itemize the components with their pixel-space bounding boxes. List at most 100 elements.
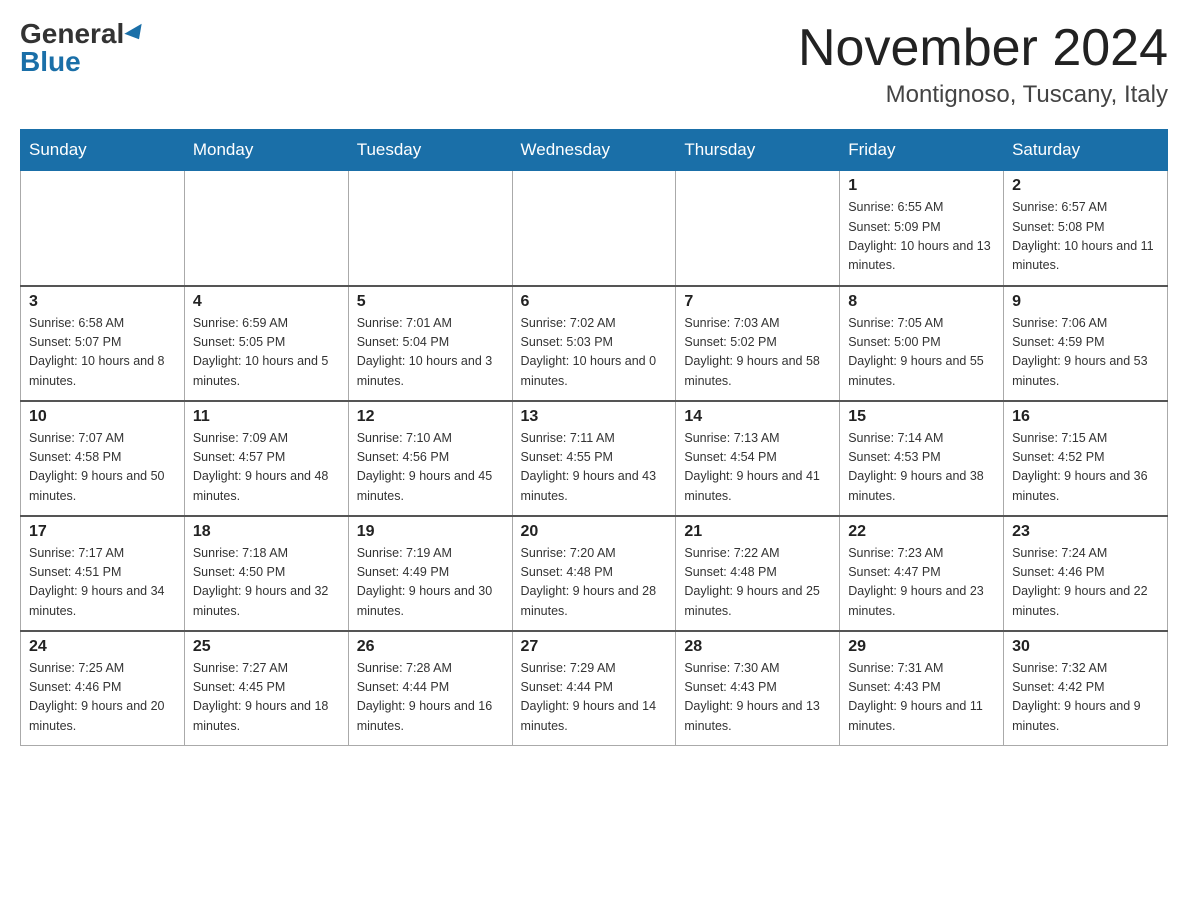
table-row: 11 Sunrise: 7:09 AMSunset: 4:57 PMDayligh… [184,401,348,516]
col-tuesday: Tuesday [348,130,512,171]
col-thursday: Thursday [676,130,840,171]
table-row [676,171,840,286]
day-info: Sunrise: 7:30 AMSunset: 4:43 PMDaylight:… [684,659,831,737]
day-number: 4 [193,293,340,311]
col-wednesday: Wednesday [512,130,676,171]
day-number: 15 [848,408,995,426]
logo-general-text: General [20,20,124,48]
day-number: 2 [1012,177,1159,195]
day-info: Sunrise: 6:57 AMSunset: 5:08 PMDaylight:… [1012,198,1159,276]
page-header: General Blue November 2024 Montignoso, T… [20,20,1168,109]
table-row [348,171,512,286]
table-row: 12 Sunrise: 7:10 AMSunset: 4:56 PMDayligh… [348,401,512,516]
day-info: Sunrise: 7:07 AMSunset: 4:58 PMDaylight:… [29,429,176,507]
table-row: 7Sunrise: 7:03 AMSunset: 5:02 PMDaylight… [676,286,840,401]
day-info: Sunrise: 7:02 AMSunset: 5:03 PMDaylight:… [521,314,668,392]
location-text: Montignoso, Tuscany, Italy [798,81,1168,109]
day-number: 30 [1012,638,1159,656]
table-row: 10Sunrise: 7:07 AMSunset: 4:58 PMDayligh… [21,401,185,516]
day-info: Sunrise: 7:24 AMSunset: 4:46 PMDaylight:… [1012,544,1159,622]
col-monday: Monday [184,130,348,171]
day-info: Sunrise: 7:18 AMSunset: 4:50 PMDaylight:… [193,544,340,622]
day-number: 18 [193,523,340,541]
day-number: 20 [521,523,668,541]
table-row: 15 Sunrise: 7:14 AMSunset: 4:53 PMDayligh… [840,401,1004,516]
day-info: Sunrise: 7:10 AMSunset: 4:56 PMDaylight:… [357,429,504,507]
day-number: 9 [1012,293,1159,311]
day-number: 12 [357,408,504,426]
table-row: 27Sunrise: 7:29 AMSunset: 4:44 PMDayligh… [512,631,676,746]
table-row: 28 Sunrise: 7:30 AMSunset: 4:43 PMDayligh… [676,631,840,746]
day-number: 22 [848,523,995,541]
calendar-header-row: Sunday Monday Tuesday Wednesday Thursday… [21,130,1168,171]
table-row: 30 Sunrise: 7:32 AMSunset: 4:42 PMDayligh… [1004,631,1168,746]
day-info: Sunrise: 7:01 AMSunset: 5:04 PMDaylight:… [357,314,504,392]
day-info: Sunrise: 7:27 AMSunset: 4:45 PMDaylight:… [193,659,340,737]
day-number: 11 [193,408,340,426]
day-number: 26 [357,638,504,656]
day-number: 3 [29,293,176,311]
col-friday: Friday [840,130,1004,171]
day-info: Sunrise: 7:28 AMSunset: 4:44 PMDaylight:… [357,659,504,737]
day-info: Sunrise: 7:15 AMSunset: 4:52 PMDaylight:… [1012,429,1159,507]
table-row: 3 Sunrise: 6:58 AMSunset: 5:07 PMDaylight… [21,286,185,401]
day-info: Sunrise: 7:31 AMSunset: 4:43 PMDaylight:… [848,659,995,737]
logo-blue-text: Blue [20,46,81,77]
calendar-table: Sunday Monday Tuesday Wednesday Thursday… [20,129,1168,746]
table-row [21,171,185,286]
day-info: Sunrise: 7:22 AMSunset: 4:48 PMDaylight:… [684,544,831,622]
table-row [184,171,348,286]
table-row: 4 Sunrise: 6:59 AMSunset: 5:05 PMDaylight… [184,286,348,401]
day-info: Sunrise: 7:32 AMSunset: 4:42 PMDaylight:… [1012,659,1159,737]
day-number: 23 [1012,523,1159,541]
day-number: 28 [684,638,831,656]
day-info: Sunrise: 7:11 AMSunset: 4:55 PMDaylight:… [521,429,668,507]
day-info: Sunrise: 6:55 AMSunset: 5:09 PMDaylight:… [848,198,995,276]
day-info: Sunrise: 6:59 AMSunset: 5:05 PMDaylight:… [193,314,340,392]
table-row: 13 Sunrise: 7:11 AMSunset: 4:55 PMDayligh… [512,401,676,516]
day-number: 17 [29,523,176,541]
table-row: 21 Sunrise: 7:22 AMSunset: 4:48 PMDayligh… [676,516,840,631]
table-row: 1Sunrise: 6:55 AMSunset: 5:09 PMDaylight… [840,171,1004,286]
day-info: Sunrise: 7:25 AMSunset: 4:46 PMDaylight:… [29,659,176,737]
day-number: 24 [29,638,176,656]
day-info: Sunrise: 7:14 AMSunset: 4:53 PMDaylight:… [848,429,995,507]
day-info: Sunrise: 7:13 AMSunset: 4:54 PMDaylight:… [684,429,831,507]
table-row: 5 Sunrise: 7:01 AMSunset: 5:04 PMDaylight… [348,286,512,401]
day-info: Sunrise: 7:29 AMSunset: 4:44 PMDaylight:… [521,659,668,737]
table-row: 9Sunrise: 7:06 AMSunset: 4:59 PMDaylight… [1004,286,1168,401]
logo-arrow-icon [125,24,148,44]
table-row: 24 Sunrise: 7:25 AMSunset: 4:46 PMDayligh… [21,631,185,746]
table-row: 17 Sunrise: 7:17 AMSunset: 4:51 PMDayligh… [21,516,185,631]
day-info: Sunrise: 7:23 AMSunset: 4:47 PMDaylight:… [848,544,995,622]
table-row: 19Sunrise: 7:19 AMSunset: 4:49 PMDayligh… [348,516,512,631]
day-info: Sunrise: 7:09 AMSunset: 4:57 PMDaylight:… [193,429,340,507]
table-row: 29 Sunrise: 7:31 AMSunset: 4:43 PMDayligh… [840,631,1004,746]
day-number: 21 [684,523,831,541]
col-sunday: Sunday [21,130,185,171]
table-row: 20 Sunrise: 7:20 AMSunset: 4:48 PMDayligh… [512,516,676,631]
table-row: 23 Sunrise: 7:24 AMSunset: 4:46 PMDayligh… [1004,516,1168,631]
day-info: Sunrise: 7:17 AMSunset: 4:51 PMDaylight:… [29,544,176,622]
table-row: 2 Sunrise: 6:57 AMSunset: 5:08 PMDaylight… [1004,171,1168,286]
day-number: 16 [1012,408,1159,426]
day-info: Sunrise: 7:03 AMSunset: 5:02 PMDaylight:… [684,314,831,392]
day-number: 8 [848,293,995,311]
title-section: November 2024 Montignoso, Tuscany, Italy [798,20,1168,109]
day-number: 25 [193,638,340,656]
day-info: Sunrise: 7:20 AMSunset: 4:48 PMDaylight:… [521,544,668,622]
table-row: 6Sunrise: 7:02 AMSunset: 5:03 PMDaylight… [512,286,676,401]
table-row: 18 Sunrise: 7:18 AMSunset: 4:50 PMDayligh… [184,516,348,631]
day-number: 13 [521,408,668,426]
day-info: Sunrise: 7:19 AMSunset: 4:49 PMDaylight:… [357,544,504,622]
day-number: 29 [848,638,995,656]
day-number: 5 [357,293,504,311]
month-title: November 2024 [798,20,1168,77]
table-row: 16 Sunrise: 7:15 AMSunset: 4:52 PMDayligh… [1004,401,1168,516]
logo: General Blue [20,20,146,76]
day-number: 14 [684,408,831,426]
table-row: 8Sunrise: 7:05 AMSunset: 5:00 PMDaylight… [840,286,1004,401]
day-info: Sunrise: 6:58 AMSunset: 5:07 PMDaylight:… [29,314,176,392]
table-row: 26 Sunrise: 7:28 AMSunset: 4:44 PMDayligh… [348,631,512,746]
table-row: 25 Sunrise: 7:27 AMSunset: 4:45 PMDayligh… [184,631,348,746]
